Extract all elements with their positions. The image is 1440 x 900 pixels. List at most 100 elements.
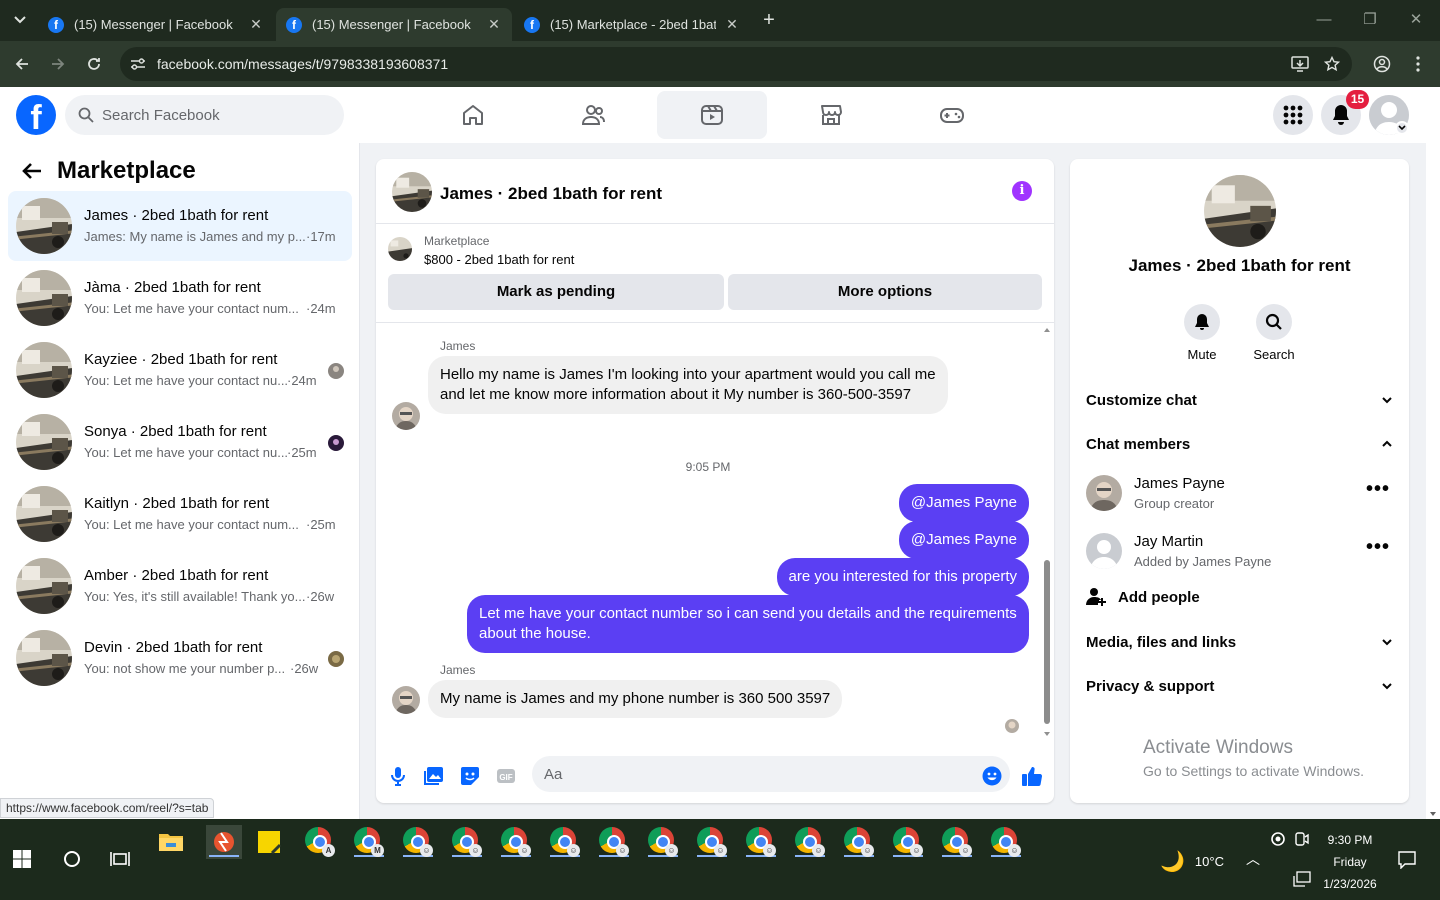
chrome-profile-icon[interactable]: ☺	[697, 827, 727, 857]
outgoing-message[interactable]: Let me have your contact number so i can…	[467, 595, 1029, 653]
chrome-profile-icon[interactable]: ☺	[550, 827, 580, 857]
emoji-button[interactable]	[980, 764, 1004, 788]
info-icon[interactable]: i	[1012, 181, 1032, 201]
menu-button[interactable]	[1273, 95, 1313, 135]
chrome-profile-icon[interactable]: ☺	[599, 827, 629, 857]
more-options-icon[interactable]: •••	[1366, 537, 1390, 557]
back-button[interactable]	[11, 53, 33, 75]
privacy-support-section[interactable]: Privacy & support	[1086, 668, 1394, 704]
weather-widget[interactable]: 🌙 10°C	[1160, 849, 1224, 874]
back-arrow-icon[interactable]	[22, 162, 42, 180]
incoming-message[interactable]: My name is James and my phone number is …	[428, 680, 843, 718]
conversation-item[interactable]: Kayziee · 2bed 1bath for rent You: Let m…	[8, 335, 352, 405]
file-explorer-icon[interactable]	[158, 829, 188, 859]
conversation-item[interactable]: Amber · 2bed 1bath for rent You: Yes, it…	[8, 551, 352, 621]
profile-button[interactable]	[1371, 53, 1393, 75]
close-tab-icon[interactable]: ✕	[486, 16, 502, 33]
browser-menu-button[interactable]	[1407, 53, 1429, 75]
add-people-button[interactable]: Add people	[1086, 587, 1200, 607]
browser-tab-1[interactable]: f (15) Messenger | Facebook ✕	[38, 8, 274, 41]
chrome-profile-icon[interactable]: ☺	[942, 827, 972, 857]
facebook-search[interactable]	[65, 95, 344, 135]
conversation-item[interactable]: James · 2bed 1bath for rent James: My na…	[8, 191, 352, 261]
nav-home-tab[interactable]	[418, 91, 528, 139]
chrome-profile-icon[interactable]: ☺	[648, 827, 678, 857]
attach-photo-button[interactable]	[422, 764, 446, 788]
nav-marketplace-tab[interactable]	[776, 91, 886, 139]
send-like-button[interactable]	[1020, 764, 1044, 788]
more-options-icon[interactable]: •••	[1366, 479, 1390, 499]
conversation-item[interactable]: Jàma · 2bed 1bath for rent You: Let me h…	[8, 263, 352, 333]
network-icon[interactable]	[1293, 871, 1311, 887]
bookmark-button[interactable]	[1321, 53, 1343, 75]
chrome-profile-icon[interactable]: ☺	[991, 827, 1021, 857]
chrome-profile-icon[interactable]: ☺	[746, 827, 776, 857]
forward-button[interactable]	[47, 53, 69, 75]
facebook-logo[interactable]: f	[16, 95, 56, 135]
member-row[interactable]: Jay Martin Added by James Payne •••	[1086, 533, 1394, 583]
outgoing-message[interactable]: @James Payne	[898, 484, 1029, 522]
media-files-links-section[interactable]: Media, files and links	[1086, 624, 1394, 660]
reload-button[interactable]	[83, 53, 105, 75]
chrome-profile-a-icon[interactable]: A	[305, 827, 335, 857]
close-tab-icon[interactable]: ✕	[248, 16, 264, 33]
chrome-profile-icon[interactable]: ☺	[795, 827, 825, 857]
chrome-profile-icon[interactable]: ☺	[893, 827, 923, 857]
close-window-button[interactable]: ✕	[1404, 8, 1428, 32]
conversation-item[interactable]: Sonya · 2bed 1bath for rent You: Let me …	[8, 407, 352, 477]
chat-title[interactable]: James · 2bed 1bath for rent	[440, 184, 662, 204]
account-menu-chevron[interactable]	[1395, 121, 1409, 135]
incoming-message[interactable]: Hello my name is James I'm looking into …	[428, 356, 948, 414]
browser-tab-3[interactable]: f (15) Marketplace - 2bed 1bath f ✕	[514, 8, 750, 41]
sticky-notes-icon[interactable]	[256, 829, 286, 859]
browser-tab-2-active[interactable]: f (15) Messenger | Facebook ✕	[276, 8, 512, 41]
meet-now-icon[interactable]	[1295, 831, 1309, 847]
member-row[interactable]: James Payne Group creator •••	[1086, 475, 1394, 525]
nav-gaming-tab[interactable]	[897, 91, 1007, 139]
screen-recorder-app-icon[interactable]	[206, 825, 242, 859]
conversation-item[interactable]: Devin · 2bed 1bath for rent You: not sho…	[8, 623, 352, 693]
page-scrollbar[interactable]	[1426, 143, 1440, 819]
tab-search-button[interactable]	[8, 9, 32, 31]
system-clock[interactable]: 9:30 PM Friday 1/23/2026	[1310, 829, 1390, 895]
sender-avatar[interactable]	[392, 686, 420, 714]
nav-friends-tab[interactable]	[538, 91, 648, 139]
mute-action[interactable]: Mute	[1166, 304, 1238, 362]
mark-as-pending-button[interactable]: Mark as pending	[388, 274, 724, 310]
conversation-time: ·17m	[306, 229, 336, 244]
minimize-button[interactable]: —	[1312, 8, 1336, 32]
action-center-button[interactable]	[1398, 851, 1416, 869]
message-input[interactable]	[532, 756, 1010, 792]
chrome-profile-icon[interactable]: ☺	[452, 827, 482, 857]
outgoing-message[interactable]: are you interested for this property	[776, 558, 1029, 596]
new-tab-button[interactable]: +	[758, 9, 780, 31]
listing-price[interactable]: $800 - 2bed 1bath for rent	[424, 252, 574, 267]
show-hidden-icons-chevron[interactable]: ︿	[1246, 849, 1260, 869]
chrome-profile-icon[interactable]: ☺	[501, 827, 531, 857]
sender-avatar[interactable]	[392, 402, 420, 430]
conversation-item[interactable]: Kaitlyn · 2bed 1bath for rent You: Let m…	[8, 479, 352, 549]
chat-avatar[interactable]	[392, 172, 432, 212]
gif-button[interactable]: GIF	[494, 764, 518, 788]
chrome-profile-icon[interactable]: ☺	[844, 827, 874, 857]
address-bar[interactable]: facebook.com/messages/t/9798338193608371	[120, 47, 1352, 81]
chat-members-section[interactable]: Chat members	[1086, 426, 1394, 462]
message-scrollbar[interactable]	[1040, 324, 1054, 744]
task-view-button[interactable]	[110, 849, 140, 879]
restore-button[interactable]: ❐	[1358, 8, 1382, 32]
chrome-profile-icon[interactable]: ☺	[403, 827, 433, 857]
windows-activation-watermark: Activate Windows Go to Settings to activ…	[1143, 737, 1364, 779]
customize-chat-section[interactable]: Customize chat	[1086, 382, 1394, 418]
nav-video-tab[interactable]	[657, 91, 767, 139]
search-taskbar-button[interactable]	[62, 849, 92, 879]
chrome-profile-m-icon[interactable]: M	[354, 827, 384, 857]
voice-clip-button[interactable]	[386, 764, 410, 788]
outgoing-message[interactable]: @James Payne	[898, 521, 1029, 559]
close-tab-icon[interactable]: ✕	[724, 16, 740, 33]
start-button[interactable]	[12, 849, 42, 879]
sticker-button[interactable]	[458, 764, 482, 788]
search-action[interactable]: Search	[1238, 304, 1310, 362]
install-app-button[interactable]	[1289, 53, 1311, 75]
more-options-button[interactable]: More options	[728, 274, 1042, 310]
search-input[interactable]	[102, 106, 322, 124]
